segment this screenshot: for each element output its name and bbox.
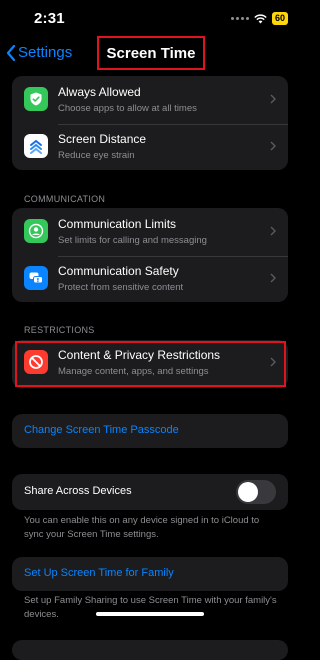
back-button[interactable]: Settings (6, 44, 72, 61)
share-across-devices-toggle[interactable] (236, 480, 276, 504)
group-allowed: Always Allowed Choose apps to allow at a… (12, 76, 288, 170)
row-subtitle: Protect from sensitive content (58, 282, 184, 293)
family-footnote: Set up Family Sharing to use Screen Time… (24, 595, 277, 620)
row-title: Always Allowed (58, 85, 141, 99)
chevron-right-icon (270, 141, 276, 151)
row-subtitle: Choose apps to allow at all times (58, 103, 197, 114)
status-icons: 60 (230, 12, 288, 25)
setup-family-label: Set Up Screen Time for Family (24, 567, 174, 579)
wifi-icon (254, 13, 267, 23)
page-title-text: Screen Time (106, 44, 196, 62)
page-title: Screen Time (97, 36, 205, 70)
cellular-signal-icon (230, 17, 249, 20)
chevrons-up-icon (24, 134, 48, 158)
row-communication-safety[interactable]: Communication Safety Protect from sensit… (12, 257, 288, 303)
home-indicator (96, 612, 204, 616)
share-footnote: You can enable this on any device signed… (24, 515, 260, 540)
highlight-box (15, 341, 286, 387)
chevron-right-icon (270, 226, 276, 236)
row-communication-limits[interactable]: Communication Limits Set limits for call… (12, 210, 288, 256)
change-passcode-button[interactable]: Change Screen Time Passcode (12, 414, 288, 448)
share-across-devices-label: Share Across Devices (24, 485, 132, 497)
row-title: Communication Safety (58, 264, 179, 278)
status-time: 2:31 (34, 10, 65, 27)
row-subtitle: Set limits for calling and messaging (58, 235, 207, 246)
chevron-right-icon (270, 273, 276, 283)
share-across-devices-row: Share Across Devices (12, 474, 288, 510)
row-subtitle: Reduce eye strain (58, 150, 135, 161)
setup-family-button[interactable]: Set Up Screen Time for Family (12, 557, 288, 591)
status-bar: 2:31 60 (0, 0, 300, 36)
group-communication: Communication Limits Set limits for call… (12, 208, 288, 302)
chat-bubbles-icon (24, 266, 48, 290)
person-circle-icon (24, 219, 48, 243)
row-screen-distance[interactable]: Screen Distance Reduce eye strain (12, 125, 288, 171)
battery-indicator: 60 (271, 12, 288, 25)
change-passcode-label: Change Screen Time Passcode (24, 424, 179, 436)
section-header-communication: COMMUNICATION (24, 194, 106, 204)
back-label: Settings (18, 44, 73, 61)
toggle-knob (238, 482, 258, 502)
row-always-allowed[interactable]: Always Allowed Choose apps to allow at a… (12, 78, 288, 124)
row-title: Communication Limits (58, 217, 177, 231)
row-title: Screen Distance (58, 132, 147, 146)
checkmark-shield-icon (24, 87, 48, 111)
chevron-left-icon (6, 44, 16, 61)
section-header-restrictions: RESTRICTIONS (24, 325, 95, 335)
group-bottom-partial (12, 640, 288, 660)
chevron-right-icon (270, 94, 276, 104)
